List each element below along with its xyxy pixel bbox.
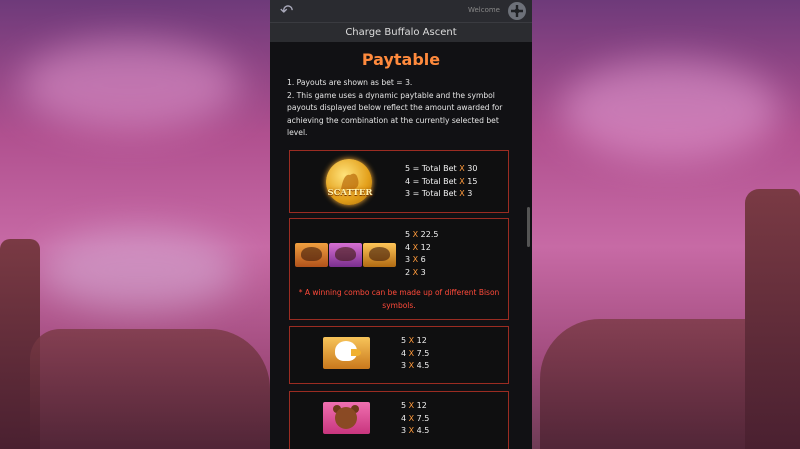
paytable-content[interactable]: Paytable 1. Payouts are shown as bet = 3… — [270, 42, 532, 449]
paytable-heading: Paytable — [361, 50, 441, 69]
bear-card: 5 X 12 4 X 7.5 3 X 4.5 — [289, 391, 509, 449]
background-rock — [745, 189, 800, 449]
arrow-left-icon: ↶ — [280, 1, 294, 20]
bison-card: 5 X 22.5 4 X 12 3 X 6 2 X 3 * A winning … — [289, 218, 509, 320]
scatter-payouts: 5 = Total Bet X 30 4 = Total Bet X 15 3 … — [405, 163, 477, 201]
game-title: Charge Buffalo Ascent — [270, 22, 532, 42]
top-bar: ↶ Welcome — [270, 0, 532, 22]
payout-row: 5 = Total Bet X 30 — [405, 164, 478, 173]
payout-row: 3 X 4.5 — [401, 361, 430, 370]
payout-row: 4 X 7.5 — [401, 413, 430, 423]
payout-row: 3 X 6 — [405, 255, 426, 264]
bear-payouts: 5 X 12 4 X 7.5 3 X 4.5 — [401, 400, 429, 438]
payout-row: 2 X 3 — [405, 267, 426, 277]
scatter-card: SCATTER 5 = Total Bet X 30 4 = Total Bet… — [289, 150, 509, 213]
payout-row: 5 X 12 — [401, 401, 427, 410]
payout-row: 5 X 12 — [401, 336, 427, 345]
background-cloud — [560, 60, 780, 160]
paytable-notes: 1. Payouts are shown as bet = 3. 2. This… — [287, 77, 518, 140]
payout-row: 4 X 12 — [405, 242, 431, 252]
bear-symbol-icon — [323, 402, 370, 434]
bison-gold-icon — [363, 243, 396, 267]
bison-payouts: 5 X 22.5 4 X 12 3 X 6 2 X 3 — [405, 229, 438, 279]
payout-row: 4 X 7.5 — [401, 348, 430, 358]
bison-orange-icon — [295, 243, 328, 267]
payout-row: 3 = Total Bet X 3 — [405, 189, 473, 198]
user-avatar-icon[interactable] — [508, 2, 526, 20]
paytable-panel: ↶ Welcome Charge Buffalo Ascent Paytable… — [270, 0, 532, 449]
eagle-symbol-icon — [323, 337, 370, 369]
note-line: 2. This game uses a dynamic paytable and… — [287, 90, 503, 138]
back-button[interactable]: ↶ — [280, 3, 300, 19]
payout-row: 5 X 22.5 — [405, 230, 439, 239]
eagle-card: 5 X 12 4 X 7.5 3 X 4.5 — [289, 326, 509, 384]
bison-combo-note: * A winning combo can be made up of diff… — [298, 288, 500, 310]
scatter-symbol-icon — [326, 159, 372, 205]
payout-row: 3 X 4.5 — [401, 426, 430, 435]
scrollbar[interactable] — [527, 207, 530, 247]
note-line: 1. Payouts are shown as bet = 3. — [287, 78, 413, 87]
bison-purple-icon — [329, 243, 362, 267]
background-cloud — [40, 230, 240, 310]
background-cloud — [20, 40, 240, 130]
scatter-label: SCATTER — [327, 188, 373, 198]
welcome-label: Welcome — [467, 6, 500, 14]
payout-row: 4 = Total Bet X 15 — [405, 176, 478, 186]
background-rock — [30, 329, 270, 449]
eagle-payouts: 5 X 12 4 X 7.5 3 X 4.5 — [401, 335, 429, 373]
